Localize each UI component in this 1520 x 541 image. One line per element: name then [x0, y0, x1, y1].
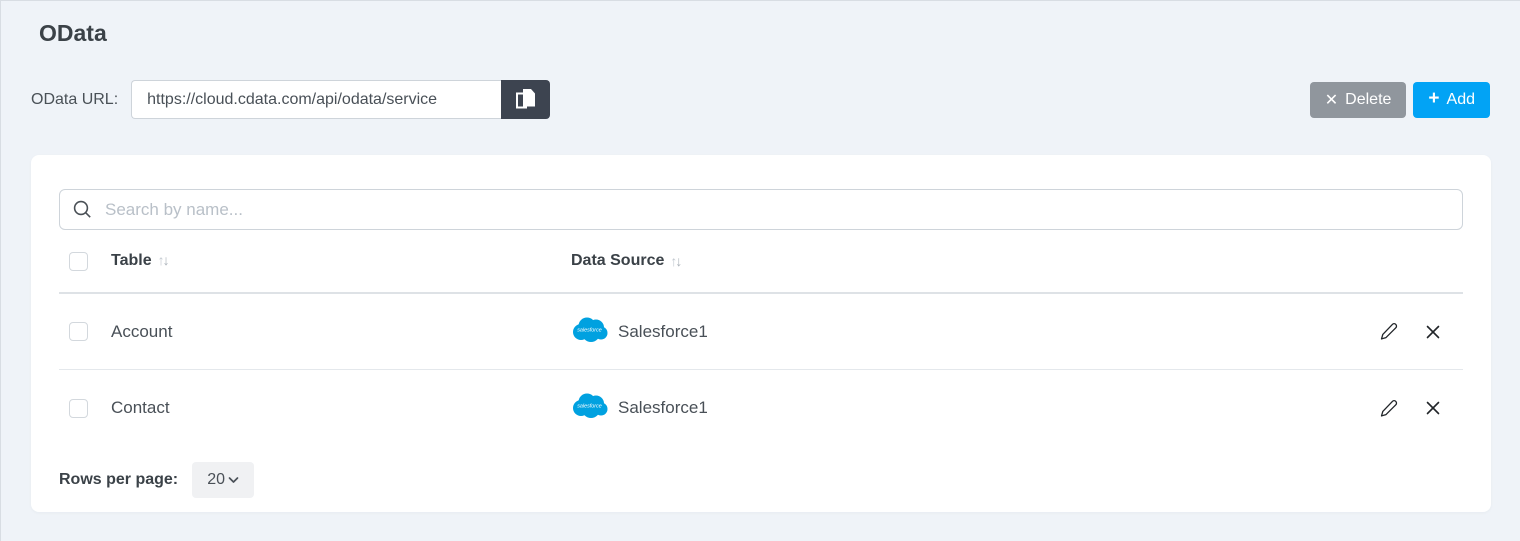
pencil-icon	[1379, 322, 1398, 341]
salesforce-cloud-icon: salesforce	[571, 316, 608, 348]
sort-icons: ↑↓	[670, 253, 682, 269]
add-button[interactable]: + Add	[1413, 81, 1490, 118]
copy-url-button[interactable]	[501, 80, 551, 119]
delete-button[interactable]: ✕ Delete	[1309, 81, 1407, 118]
close-icon	[1425, 324, 1441, 340]
data-source-cell: Salesforce1	[618, 398, 708, 417]
odata-page: OData OData URL: ✕ Delete + Add	[1, 20, 1520, 512]
add-button-label: Add	[1446, 90, 1475, 108]
edit-row-button[interactable]	[1379, 322, 1398, 341]
table-name-cell: Contact	[111, 398, 170, 417]
table-name-cell: Account	[111, 321, 173, 341]
close-icon	[1425, 400, 1441, 416]
salesforce-cloud-icon: salesforce	[571, 392, 608, 424]
row-checkbox[interactable]	[69, 398, 88, 418]
pencil-icon	[1379, 399, 1398, 418]
svg-text:salesforce: salesforce	[577, 404, 602, 410]
row-checkbox[interactable]	[69, 322, 88, 341]
toolbar-actions: ✕ Delete + Add	[1309, 81, 1490, 118]
delete-row-button[interactable]	[1425, 400, 1441, 416]
table-header-row: Table ↑↓ Data Source ↑↓	[59, 230, 1463, 294]
table-row: Contact salesforce Salesforce1	[59, 370, 1463, 446]
odata-url-group	[131, 80, 551, 119]
edit-row-button[interactable]	[1379, 399, 1398, 418]
column-header-data-source[interactable]: Data Source ↑↓	[571, 252, 1353, 270]
page-title: OData	[39, 20, 107, 46]
rows-per-page-select[interactable]: 20	[192, 462, 255, 498]
svg-text:salesforce: salesforce	[577, 327, 602, 333]
odata-url-input[interactable]	[131, 80, 502, 119]
rows-per-page-value: 20	[207, 471, 226, 488]
rows-per-page-label: Rows per page:	[59, 471, 179, 488]
delete-button-label: Delete	[1345, 90, 1392, 108]
copy-icon	[515, 88, 536, 111]
select-all-checkbox[interactable]	[69, 251, 88, 271]
pagination: Rows per page: 20	[59, 462, 1463, 498]
delete-row-button[interactable]	[1425, 324, 1441, 340]
chevron-down-icon	[228, 476, 239, 484]
column-header-table[interactable]: Table ↑↓	[111, 252, 571, 270]
search-icon	[73, 200, 92, 219]
plus-icon: +	[1428, 87, 1440, 109]
table-row: Account salesforce Salesforce1	[59, 294, 1463, 370]
x-icon: ✕	[1324, 91, 1339, 109]
data-source-cell: Salesforce1	[618, 321, 708, 341]
search-input[interactable]	[59, 189, 1463, 230]
tables-card: Table↑↓ Data Source↑↓ Account	[31, 155, 1491, 512]
search-box	[59, 189, 1463, 230]
toolbar: OData URL: ✕ Delete + Add	[31, 80, 1490, 119]
odata-url-label: OData URL:	[31, 90, 119, 108]
sort-icons: ↑↓	[157, 252, 170, 268]
